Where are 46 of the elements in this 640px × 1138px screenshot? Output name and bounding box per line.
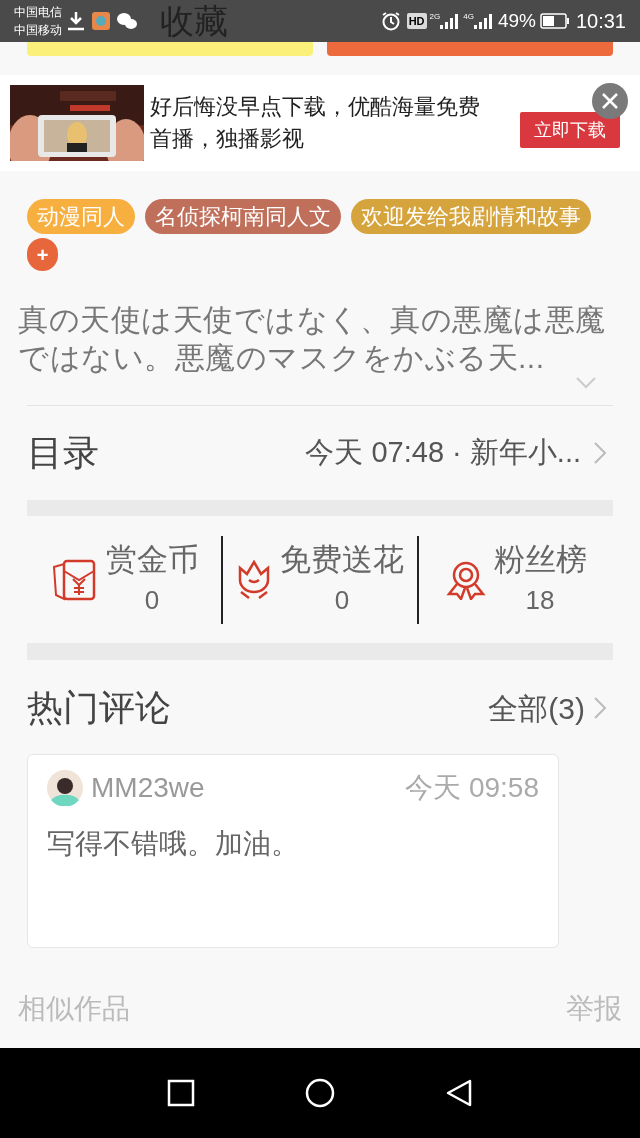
download-icon [66,10,86,32]
tag[interactable]: 名侦探柯南同人文 [145,199,341,234]
synopsis-text: 真の天使は天使ではなく、真の悪魔は悪魔ではない。悪魔のマスクをかぶる天... [17,302,607,376]
stat-value: 0 [334,583,350,617]
expand-chevron-icon [576,377,596,389]
close-icon [600,91,620,111]
battery-percent: 49% [497,8,536,33]
comment-username: MM23we [91,771,205,805]
close-button[interactable] [592,83,628,119]
stat-label: 赏金币 [105,540,199,579]
signal-icon [440,13,461,29]
add-tag-button[interactable]: + [27,238,58,271]
comment-time: 今天 09:58 [405,771,539,805]
flower-icon [236,559,272,600]
chevron-right-icon [593,696,607,720]
comment-text: 写得不错哦。加油。 [47,827,300,861]
recent-apps-icon[interactable] [167,1079,195,1107]
clock-time: 10:31 [575,9,626,34]
stat-label: 粉丝榜 [493,540,587,579]
avatar-icon [47,770,83,806]
alarm-icon [380,11,401,31]
home-icon[interactable] [305,1078,335,1108]
signal-icon [473,13,494,29]
stat-value: 0 [144,583,160,617]
chat-icon [116,12,138,30]
stat-item[interactable]: 粉丝榜 18 [419,539,613,620]
network-type: 2G [429,11,441,23]
stat-item[interactable]: 免费送花 0 [223,539,417,620]
carrier-name: 中国移动 [14,22,62,39]
carrier-name: 中国电信 [14,4,62,21]
latest-chapter: 今天 07:48 · 新年小... [305,435,581,471]
app-icon [92,12,110,30]
catalog-label: 目录 [27,431,99,475]
ribbon-medal-icon [445,559,486,600]
download-button[interactable]: 立即下载 [520,112,620,148]
network-type: 4G [463,11,474,23]
chevron-right-icon [593,441,607,465]
stat-item[interactable]: 赏金币 0 [27,539,221,620]
stat-label: 免费送花 [280,540,404,579]
catalog-row[interactable]: 目录 今天 07:48 · 新年小... [27,406,613,500]
section-title: 热门评论 [27,686,171,730]
ad-text: 好后悔没早点下载，优酷海量免费首播，独播影视 [150,93,481,153]
all-comments-link[interactable]: 全部(3) [488,685,613,731]
back-icon[interactable] [445,1078,473,1108]
stat-value: 18 [525,583,555,617]
battery-icon [539,13,570,29]
